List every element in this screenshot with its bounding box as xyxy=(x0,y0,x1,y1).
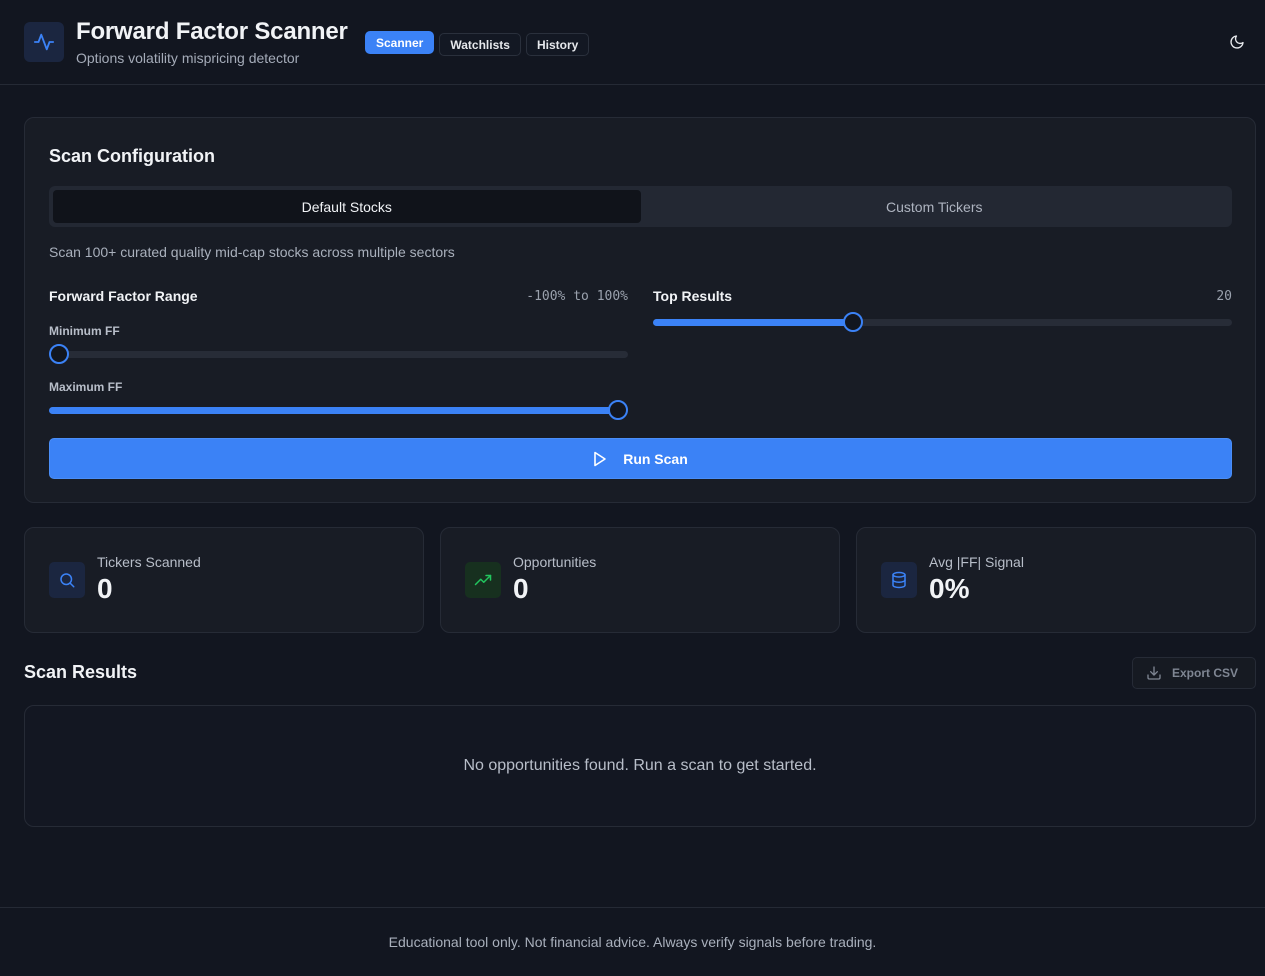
min-ff-slider[interactable] xyxy=(49,344,628,364)
ff-range-value: -100% to 100% xyxy=(526,289,628,304)
nav-tab-history[interactable]: History xyxy=(525,33,590,56)
download-icon xyxy=(1147,666,1161,680)
stock-source-description: Scan 100+ curated quality mid-cap stocks… xyxy=(49,244,455,260)
activity-pulse-icon xyxy=(24,22,64,62)
run-scan-button[interactable]: Run Scan xyxy=(49,438,1232,479)
nav-tab-scanner[interactable]: Scanner xyxy=(365,31,435,54)
min-ff-slider-thumb[interactable] xyxy=(49,344,69,364)
stat-card-tickers-scanned: Tickers Scanned 0 xyxy=(24,527,424,633)
scan-configuration-title: Scan Configuration xyxy=(49,146,215,166)
max-ff-slider-thumb[interactable] xyxy=(608,400,628,420)
stat-label: Opportunities xyxy=(513,554,597,570)
export-csv-button[interactable]: Export CSV xyxy=(1132,657,1256,689)
stat-label: Tickers Scanned xyxy=(97,554,201,570)
stat-card-opportunities: Opportunities 0 xyxy=(440,527,840,633)
tab-custom-tickers[interactable]: Custom Tickers xyxy=(641,190,1229,223)
max-ff-slider[interactable] xyxy=(49,400,628,420)
stat-value: 0 xyxy=(513,573,529,604)
trending-up-icon xyxy=(465,562,501,598)
stat-value: 0% xyxy=(929,573,970,604)
scan-results-panel: No opportunities found. Run a scan to ge… xyxy=(24,705,1256,827)
app-title: Forward Factor Scanner xyxy=(76,18,348,45)
theme-toggle-button[interactable] xyxy=(1227,32,1247,52)
max-ff-slider-fill xyxy=(49,407,618,414)
max-ff-label: Maximum FF xyxy=(49,380,123,394)
footer-disclaimer: Educational tool only. Not financial adv… xyxy=(388,934,877,950)
top-results-slider[interactable] xyxy=(653,312,1232,332)
app-header: Forward Factor Scanner Options volatilit… xyxy=(0,0,1265,85)
moon-icon xyxy=(1230,35,1244,49)
scan-configuration-card: Scan Configuration Default Stocks Custom… xyxy=(24,117,1256,503)
page-footer: Educational tool only. Not financial adv… xyxy=(0,907,1265,976)
run-scan-label: Run Scan xyxy=(623,450,688,467)
stat-card-avg-ff-signal: Avg |FF| Signal 0% xyxy=(856,527,1256,633)
database-icon xyxy=(881,562,917,598)
top-results-value: 20 xyxy=(1216,289,1232,304)
stat-value: 0 xyxy=(97,573,113,604)
top-results-slider-fill xyxy=(653,319,854,326)
min-ff-label: Minimum FF xyxy=(49,324,120,338)
search-icon xyxy=(49,562,85,598)
main-nav: Scanner Watchlists History xyxy=(365,31,590,56)
nav-tab-watchlists[interactable]: Watchlists xyxy=(439,33,521,56)
top-results-label: Top Results xyxy=(653,288,733,304)
scan-results-title: Scan Results xyxy=(24,662,138,682)
ff-range-label: Forward Factor Range xyxy=(49,288,198,304)
app-subtitle: Options volatility mispricing detector xyxy=(76,50,300,66)
top-results-slider-thumb[interactable] xyxy=(843,312,864,332)
export-csv-label: Export CSV xyxy=(1172,666,1239,680)
stock-source-tabs: Default Stocks Custom Tickers xyxy=(49,186,1232,227)
stat-label: Avg |FF| Signal xyxy=(929,554,1024,570)
empty-results-message: No opportunities found. Run a scan to ge… xyxy=(463,757,817,774)
tab-default-stocks[interactable]: Default Stocks xyxy=(53,190,641,223)
play-icon xyxy=(594,451,607,466)
